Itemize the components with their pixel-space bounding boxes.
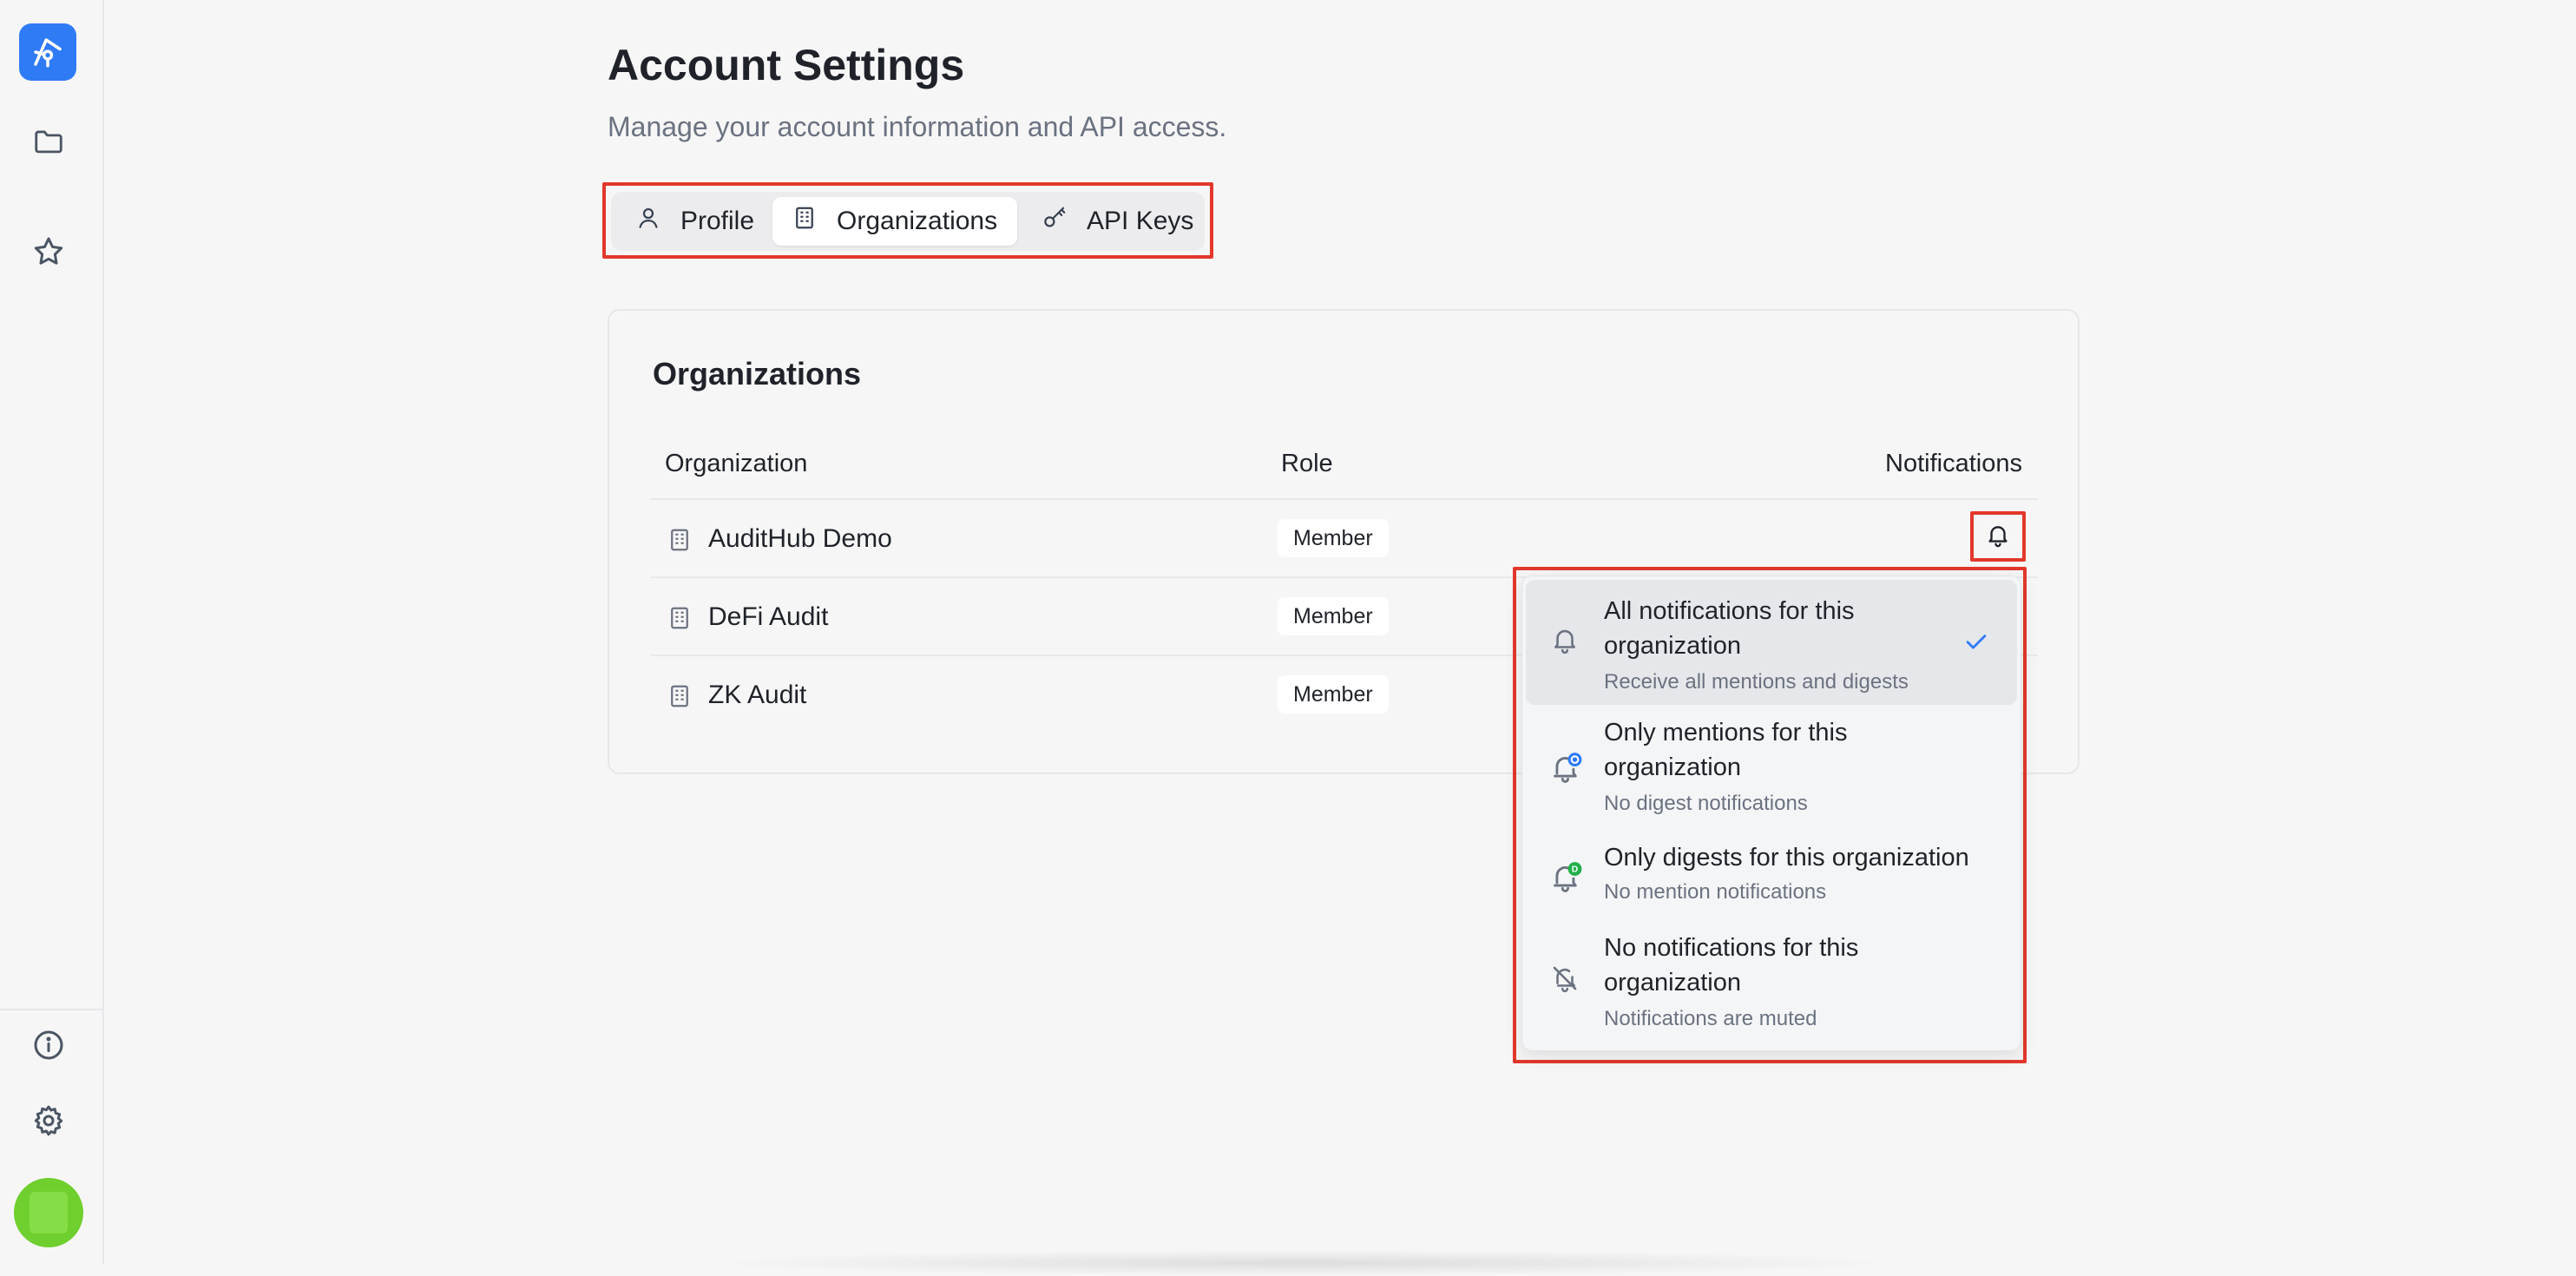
notifications-bell-button[interactable]: [1975, 516, 2021, 557]
notification-preferences-menu: All notifications for this organization …: [1521, 576, 2021, 1051]
menu-item-title: Only digests for this organization: [1604, 844, 1969, 871]
column-header-role: Role: [1281, 450, 1333, 477]
column-header-notifications: Notifications: [1885, 450, 2022, 477]
svg-text:D: D: [1572, 865, 1578, 875]
star-icon[interactable]: [26, 229, 71, 274]
gear-icon[interactable]: [26, 1098, 71, 1143]
organization-name: DeFi Audit: [708, 602, 829, 631]
column-header-organization: Organization: [665, 450, 808, 477]
settings-tabs: Profile Organizations API Keys: [611, 192, 1205, 251]
menu-item-subtitle: No mention notifications: [1604, 880, 1827, 904]
sidebar-divider: [0, 1009, 102, 1010]
bell-mention-icon: [1550, 750, 1583, 783]
page-title: Account Settings: [608, 41, 965, 89]
building-icon: [667, 604, 693, 632]
menu-item-title: No notifications for this organization: [1604, 934, 1859, 996]
menu-item-subtitle: Receive all mentions and digests: [1604, 670, 1909, 694]
tab-label: Organizations: [837, 207, 998, 235]
role-badge: Member: [1278, 597, 1389, 635]
menu-item-subtitle: No digest notifications: [1604, 792, 1808, 815]
tab-api-keys[interactable]: API Keys: [1022, 197, 1199, 246]
info-icon[interactable]: [26, 1023, 71, 1068]
bell-off-icon: [1550, 964, 1583, 996]
organization-name: ZK Audit: [708, 681, 807, 709]
menu-item-subtitle: Notifications are muted: [1604, 1007, 1817, 1030]
tab-profile[interactable]: Profile: [616, 197, 767, 246]
organization-name: AuditHub Demo: [708, 524, 892, 553]
menu-item-no-notifications[interactable]: No notifications for this organization N…: [1526, 918, 2017, 1045]
menu-item-only-digests[interactable]: D Only digests for this organization No …: [1526, 830, 2017, 918]
building-icon: [667, 526, 693, 554]
tab-label: Profile: [680, 207, 755, 235]
user-icon: [635, 205, 661, 238]
bottom-shadow: [694, 1250, 1909, 1276]
folder-icon[interactable]: [26, 119, 71, 164]
bell-icon: [1550, 625, 1583, 658]
role-badge: Member: [1278, 519, 1389, 557]
menu-item-title: Only mentions for this organization: [1604, 719, 1848, 781]
page-subtitle: Manage your account information and API …: [608, 111, 1227, 142]
building-icon: [792, 205, 818, 238]
avatar[interactable]: [14, 1178, 83, 1247]
check-icon: [1962, 627, 1991, 656]
role-badge: Member: [1278, 675, 1389, 714]
bell-icon: [1985, 522, 2011, 552]
app-logo[interactable]: [19, 23, 76, 81]
bell-digest-icon: D: [1550, 859, 1583, 892]
building-icon: [667, 682, 693, 710]
menu-item-title: All notifications for this organization: [1604, 597, 1855, 660]
card-title: Organizations: [653, 356, 862, 391]
sidebar: [0, 0, 104, 1264]
tab-label: API Keys: [1087, 207, 1194, 235]
tab-organizations[interactable]: Organizations: [772, 197, 1017, 246]
key-icon: [1042, 205, 1068, 238]
menu-item-only-mentions[interactable]: Only mentions for this organization No d…: [1526, 705, 2017, 830]
table-row: AuditHub Demo Member: [651, 498, 2038, 576]
menu-item-all-notifications[interactable]: All notifications for this organization …: [1526, 580, 2017, 705]
